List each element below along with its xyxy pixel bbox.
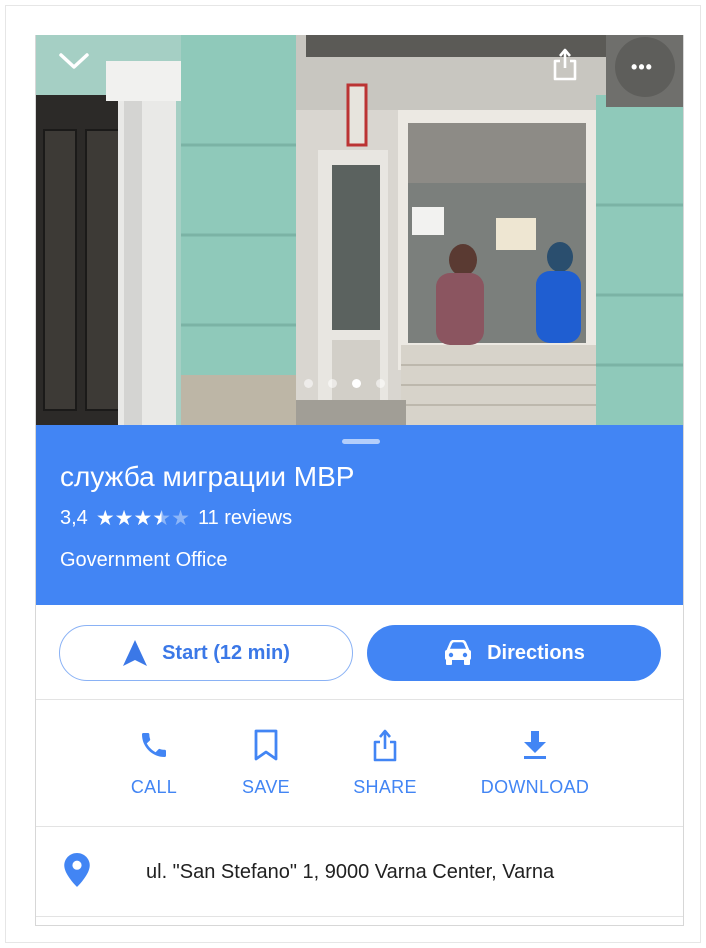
chevron-down-icon: [59, 53, 89, 69]
start-label: Start (12 min): [162, 641, 290, 664]
directions-button[interactable]: Directions: [367, 625, 661, 681]
star-half-icon: ★: [152, 506, 172, 530]
rating-value: 3,4: [60, 507, 88, 529]
reviews-count: 11 reviews: [197, 507, 293, 529]
place-header: служба миграции МВР 3,4 ★ ★ ★ ★ ★ 11 rev…: [36, 425, 683, 605]
call-button[interactable]: CALL: [128, 725, 180, 798]
share-icon: [372, 725, 398, 765]
star-full-icon: ★: [114, 506, 134, 530]
share-icon: [553, 48, 577, 81]
place-photo[interactable]: •••: [36, 35, 683, 425]
more-options-button[interactable]: •••: [612, 47, 672, 87]
save-label: SAVE: [242, 777, 290, 797]
share-label: SHARE: [353, 777, 417, 797]
location-pin-icon: [64, 853, 90, 892]
car-icon: [443, 640, 473, 666]
quick-actions: CALL SAVE SHARE DOWNLOAD: [36, 700, 683, 827]
rating-row[interactable]: 3,4 ★ ★ ★ ★ ★ 11 reviews: [60, 507, 292, 530]
download-label: DOWNLOAD: [480, 777, 590, 797]
primary-actions: Start (12 min) Directions: [36, 605, 683, 700]
place-title: служба миграции МВР: [60, 461, 355, 492]
navigation-arrow-icon: [122, 639, 148, 667]
star-full-icon: ★: [95, 506, 115, 530]
save-button[interactable]: SAVE: [239, 725, 293, 798]
collapse-button[interactable]: [58, 51, 102, 83]
pagination-dot[interactable]: [376, 379, 385, 388]
photo-pagination: [304, 379, 385, 388]
star-empty-icon: ★: [171, 506, 190, 530]
address-text: ul. "San Stefano" 1, 9000 Varna Center, …: [146, 861, 555, 883]
phone-icon: [138, 725, 170, 765]
drag-handle[interactable]: [342, 439, 380, 444]
pagination-dot[interactable]: [328, 379, 337, 388]
place-category: Government Office: [60, 549, 228, 571]
street-photo-illustration: [36, 35, 683, 425]
download-button[interactable]: DOWNLOAD: [477, 725, 593, 798]
call-label: CALL: [130, 777, 178, 797]
bookmark-icon: [253, 725, 279, 765]
download-icon: [522, 725, 548, 765]
more-dots-icon: •••: [631, 56, 653, 77]
start-navigation-button[interactable]: Start (12 min): [59, 625, 353, 681]
address-row[interactable]: ul. "San Stefano" 1, 9000 Varna Center, …: [36, 827, 683, 917]
pagination-dot[interactable]: [304, 379, 313, 388]
directions-label: Directions: [487, 641, 585, 664]
place-card: ••• служба миграции МВР 3,4 ★ ★ ★ ★ ★ 11…: [35, 35, 684, 926]
rating-stars: ★ ★ ★ ★ ★: [96, 508, 190, 529]
star-full-icon: ★: [133, 506, 153, 530]
pagination-dot-active[interactable]: [352, 379, 361, 388]
share-button[interactable]: SHARE: [350, 725, 420, 798]
share-photo-button[interactable]: [552, 47, 592, 87]
